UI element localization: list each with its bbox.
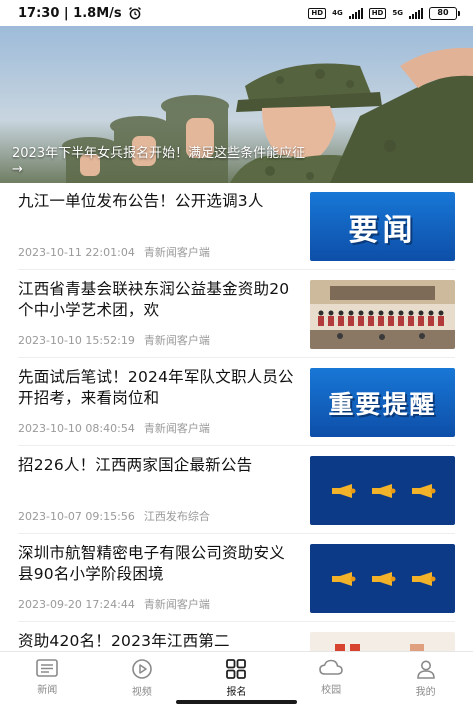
thumbnail-text: 要闻	[348, 212, 417, 248]
tab-campus[interactable]: 校园	[284, 652, 379, 699]
news-title[interactable]: 先面试后笔试！2024年军队文职人员公开招考，来看岗位和	[18, 367, 294, 409]
news-thumbnail[interactable]	[310, 544, 455, 613]
alarm-clock-icon	[128, 7, 141, 20]
news-date: 2023-09-20 17:24:44	[18, 598, 135, 611]
tab-label: 我的	[415, 687, 436, 698]
thumbnail-text: 重要提醒	[328, 389, 437, 419]
news-thumbnail[interactable]: 要闻	[310, 192, 455, 261]
news-source: 青新闻客户端	[143, 334, 210, 347]
partial-thumbnail-graphic	[335, 644, 424, 651]
news-item[interactable]: 江西省青基会联袂东润公益基金资助20个中小学艺术团，欢 2023-10-10 1…	[0, 271, 473, 358]
news-title[interactable]: 九江一单位发布公告！公开选调3人	[18, 191, 294, 212]
news-source: 青新闻客户端	[143, 598, 210, 611]
news-icon	[36, 659, 59, 677]
play-circle-icon	[132, 659, 152, 679]
news-date: 2023-10-07 09:15:56	[18, 510, 135, 523]
bottom-tab-bar: 新闻 视频 报名 校园 我的	[0, 651, 473, 699]
horn-icon	[331, 571, 355, 586]
news-thumbnail[interactable]: 重要提醒	[310, 368, 455, 437]
network-label: 4G	[332, 9, 343, 17]
news-meta: 2023-10-10 08:40:54 青新闻客户端	[18, 420, 210, 436]
news-source: 青新闻客户端	[143, 246, 210, 259]
divider	[18, 269, 455, 270]
hero-caption[interactable]: 2023年下半年女兵报名开始！满足这些条件能应征→	[12, 146, 312, 178]
news-source: 青新闻客户端	[143, 422, 210, 435]
tab-mine[interactable]: 我的	[378, 652, 473, 699]
signal-icon-2	[409, 7, 423, 19]
news-title[interactable]: 招226人！江西两家国企最新公告	[18, 455, 294, 476]
hd-badge-2: HD	[368, 7, 387, 19]
status-time-speed: 17:30 | 1.8M/s	[18, 5, 122, 21]
tab-label: 报名	[226, 687, 247, 698]
news-item[interactable]: 招226人！江西两家国企最新公告 2023-10-07 09:15:56 江西发布…	[0, 447, 473, 534]
tab-signup[interactable]: 报名	[189, 652, 284, 699]
home-indicator[interactable]	[176, 700, 297, 704]
news-thumbnail[interactable]	[310, 280, 455, 349]
divider	[18, 533, 455, 534]
divider	[18, 357, 455, 358]
divider	[18, 621, 455, 622]
news-meta: 2023-09-20 17:24:44 青新闻客户端	[18, 596, 210, 612]
news-thumbnail[interactable]	[310, 632, 455, 651]
status-left: 17:30 | 1.8M/s	[18, 6, 142, 21]
news-title[interactable]: 资助420名！2023年江西第二	[18, 631, 294, 651]
news-item[interactable]: 资助420名！2023年江西第二	[0, 623, 473, 651]
news-item[interactable]: 深圳市航智精密电子有限公司资助安义县90名小学阶段困境 2023-09-20 1…	[0, 535, 473, 622]
grid-icon	[226, 659, 247, 679]
cloud-icon	[319, 659, 343, 675]
tab-label: 新闻	[37, 685, 58, 696]
signal-icon	[348, 7, 363, 19]
horn-icon	[371, 571, 395, 586]
news-meta: 2023-10-07 09:15:56 江西发布综合	[18, 508, 210, 524]
hero-banner[interactable]: 2023年下半年女兵报名开始！满足这些条件能应征→	[0, 26, 473, 183]
news-title[interactable]: 深圳市航智精密电子有限公司资助安义县90名小学阶段困境	[18, 543, 294, 585]
tab-video[interactable]: 视频	[95, 652, 190, 699]
news-meta: 2023-10-11 22:01:04 青新闻客户端	[18, 244, 210, 260]
horn-icon	[411, 483, 435, 498]
tab-label: 视频	[131, 687, 152, 698]
news-thumbnail[interactable]	[310, 456, 455, 525]
news-meta: 2023-10-10 15:52:19 青新闻客户端	[18, 332, 210, 348]
divider	[18, 445, 455, 446]
choir-photo-illustration	[310, 280, 455, 349]
tab-label: 校园	[321, 685, 342, 696]
status-right: HD 4G HD 5G 80	[308, 6, 460, 20]
user-icon	[416, 660, 435, 679]
news-source: 江西发布综合	[143, 510, 210, 523]
news-item[interactable]: 九江一单位发布公告！公开选调3人 2023-10-11 22:01:04 青新闻客…	[0, 183, 473, 270]
network-label-2: 5G	[392, 9, 403, 17]
news-item[interactable]: 先面试后笔试！2024年军队文职人员公开招考，来看岗位和 2023-10-10 …	[0, 359, 473, 446]
news-title[interactable]: 江西省青基会联袂东润公益基金资助20个中小学艺术团，欢	[18, 279, 294, 321]
horn-icon	[371, 483, 395, 498]
news-date: 2023-10-11 22:01:04	[18, 246, 135, 259]
hd-badge: HD	[308, 7, 327, 19]
horn-icon	[331, 483, 355, 498]
horn-icon	[411, 571, 435, 586]
tab-news[interactable]: 新闻	[0, 652, 95, 699]
battery-icon: 80	[429, 6, 460, 20]
news-date: 2023-10-10 08:40:54	[18, 422, 135, 435]
news-date: 2023-10-10 15:52:19	[18, 334, 135, 347]
status-bar: 17:30 | 1.8M/s HD 4G HD 5G 80	[0, 0, 473, 26]
